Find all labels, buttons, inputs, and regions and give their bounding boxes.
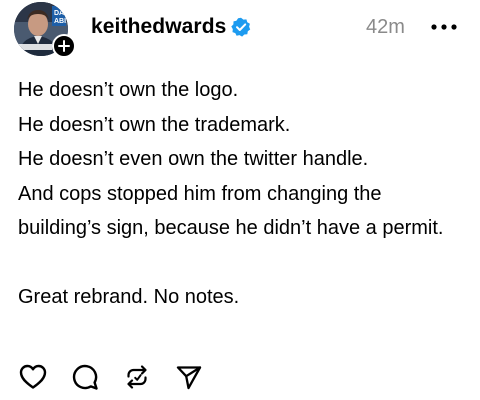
post-line: He doesn’t even own the twitter handle.	[18, 148, 369, 170]
verified-badge-icon	[231, 17, 251, 37]
author-avatar-wrapper[interactable]: DA ABI	[14, 2, 76, 58]
post-body: He doesn’t own the logo. He doesn’t own …	[18, 73, 468, 315]
heart-icon	[19, 364, 47, 389]
follow-button[interactable]	[52, 34, 76, 58]
share-button[interactable]	[174, 362, 204, 392]
like-button[interactable]	[18, 362, 48, 392]
more-options-button[interactable]	[428, 16, 460, 38]
repost-button[interactable]	[122, 362, 152, 392]
author-row: keithedwards	[91, 14, 251, 40]
plus-icon	[58, 40, 70, 52]
comment-icon	[72, 364, 98, 390]
post-line: He doesn’t own the logo.	[18, 79, 239, 101]
more-horizontal-icon	[431, 24, 457, 30]
avatar-badge-text-bottom: ABI	[54, 18, 66, 25]
post-closing-line: Great rebrand. No notes.	[18, 286, 240, 308]
author-username[interactable]: keithedwards	[91, 15, 226, 39]
post-timestamp: 42m	[366, 16, 405, 38]
avatar-badge-text-top: DA	[54, 10, 64, 17]
post-line: He doesn’t own the trademark.	[18, 113, 291, 136]
send-icon	[176, 366, 202, 390]
reply-button[interactable]	[70, 362, 100, 392]
post-actions	[18, 362, 226, 392]
repost-icon	[127, 365, 147, 389]
post-line: And cops stopped him from changing the b…	[18, 182, 444, 240]
